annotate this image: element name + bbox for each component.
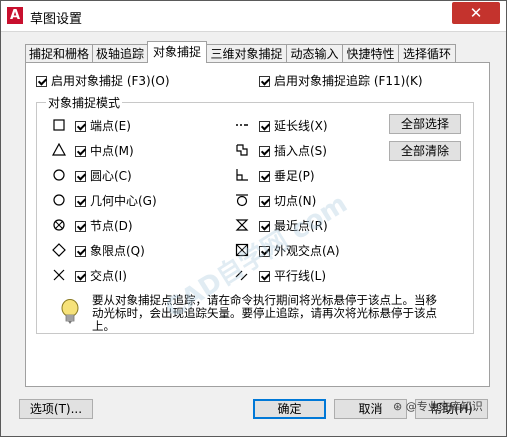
mode-midpoint[interactable]: 中点(M) bbox=[75, 143, 134, 159]
tangent-checkbox[interactable] bbox=[259, 196, 270, 207]
mode-node[interactable]: 节点(D) bbox=[75, 218, 133, 234]
center-label: 圆心(C) bbox=[90, 169, 132, 183]
parallel-checkbox[interactable] bbox=[259, 271, 270, 282]
tangent-label: 切点(N) bbox=[274, 194, 317, 208]
apparent-intersection-checkbox[interactable] bbox=[259, 246, 270, 257]
mode-intersection[interactable]: 交点(I) bbox=[75, 268, 127, 284]
mode-center[interactable]: 圆心(C) bbox=[75, 168, 132, 184]
extension-checkbox[interactable] bbox=[259, 121, 270, 132]
nearest-label: 最近点(R) bbox=[274, 219, 328, 233]
otrack-checkbox[interactable] bbox=[259, 76, 270, 87]
tracking-hint-text: 要从对象捕捉点追踪，请在命令执行期间将光标悬停于该点上。当移动光标时，会出现追踪… bbox=[92, 293, 437, 333]
tab-snap-grid[interactable]: 捕捉和栅格 bbox=[25, 44, 93, 62]
extension-icon bbox=[235, 118, 249, 132]
mode-quadrant[interactable]: 象限点(Q) bbox=[75, 243, 145, 259]
parallel-icon bbox=[235, 268, 249, 282]
geometric-center-checkbox[interactable] bbox=[75, 196, 86, 207]
tab-selection-cycling[interactable]: 选择循环 bbox=[398, 44, 456, 62]
insertion-icon bbox=[235, 143, 249, 157]
drafting-settings-dialog: A 草图设置 ✕ 捕捉和栅格 极轴追踪 对象捕捉 三维对象捕捉 动态输入 快捷特… bbox=[0, 0, 507, 437]
midpoint-checkbox[interactable] bbox=[75, 146, 86, 157]
mode-tangent[interactable]: 切点(N) bbox=[259, 193, 316, 209]
parallel-label: 平行线(L) bbox=[274, 269, 327, 283]
extension-label: 延长线(X) bbox=[274, 119, 328, 133]
title-bar: A 草图设置 ✕ bbox=[1, 1, 506, 32]
endpoint-label: 端点(E) bbox=[90, 119, 131, 133]
tab-dynamic-input[interactable]: 动态输入 bbox=[286, 44, 343, 62]
lightbulb-icon bbox=[59, 298, 81, 326]
apparent-intersection-icon bbox=[235, 243, 249, 257]
insertion-checkbox[interactable] bbox=[259, 146, 270, 157]
geometric-center-label: 几何中心(G) bbox=[90, 194, 157, 208]
otrack-toggle[interactable]: 启用对象捕捉追踪 (F11)(K) bbox=[259, 73, 423, 89]
quadrant-icon bbox=[52, 243, 66, 257]
perpendicular-icon bbox=[235, 168, 249, 182]
options-button[interactable]: 选项(T)... bbox=[19, 399, 93, 419]
node-icon bbox=[52, 218, 66, 232]
perpendicular-checkbox[interactable] bbox=[259, 171, 270, 182]
mode-extension[interactable]: 延长线(X) bbox=[259, 118, 328, 134]
nearest-icon bbox=[235, 218, 249, 232]
center-checkbox[interactable] bbox=[75, 171, 86, 182]
insertion-label: 插入点(S) bbox=[274, 144, 327, 158]
tab-quick-properties[interactable]: 快捷特性 bbox=[342, 44, 399, 62]
node-label: 节点(D) bbox=[90, 219, 133, 233]
autocad-logo-icon: A bbox=[7, 7, 23, 24]
center-icon bbox=[52, 168, 66, 182]
mode-perpendicular[interactable]: 垂足(P) bbox=[259, 168, 315, 184]
mode-geometric-center[interactable]: 几何中心(G) bbox=[75, 193, 157, 209]
mode-nearest[interactable]: 最近点(R) bbox=[259, 218, 328, 234]
mode-endpoint[interactable]: 端点(E) bbox=[75, 118, 131, 134]
mode-parallel[interactable]: 平行线(L) bbox=[259, 268, 326, 284]
osnap-modes-title: 对象捕捉模式 bbox=[46, 94, 123, 111]
otrack-label: 启用对象捕捉追踪 (F11)(K) bbox=[274, 74, 423, 88]
mode-apparent-intersection[interactable]: 外观交点(A) bbox=[259, 243, 340, 259]
ok-button[interactable]: 确定 bbox=[253, 399, 326, 419]
tangent-icon bbox=[235, 193, 249, 207]
node-checkbox[interactable] bbox=[75, 221, 86, 232]
perpendicular-label: 垂足(P) bbox=[274, 169, 315, 183]
midpoint-label: 中点(M) bbox=[90, 144, 134, 158]
tab-3d-object-snap[interactable]: 三维对象捕捉 bbox=[206, 44, 287, 62]
intersection-label: 交点(I) bbox=[90, 269, 127, 283]
geometric-center-icon bbox=[52, 193, 66, 207]
intersection-checkbox[interactable] bbox=[75, 271, 86, 282]
tab-polar-tracking[interactable]: 极轴追踪 bbox=[92, 44, 148, 62]
close-button[interactable]: ✕ bbox=[452, 2, 500, 24]
intersection-icon bbox=[52, 268, 66, 282]
osnap-checkbox[interactable] bbox=[36, 76, 47, 87]
midpoint-icon bbox=[51, 142, 67, 157]
quadrant-checkbox[interactable] bbox=[75, 246, 86, 257]
source-credit: ⊛ @专业文库知识 bbox=[393, 400, 483, 413]
dialog-title: 草图设置 bbox=[30, 12, 83, 27]
nearest-checkbox[interactable] bbox=[259, 221, 270, 232]
endpoint-checkbox[interactable] bbox=[75, 121, 86, 132]
osnap-label: 启用对象捕捉 (F3)(O) bbox=[51, 74, 170, 88]
mode-insertion[interactable]: 插入点(S) bbox=[259, 143, 327, 159]
select-all-button[interactable]: 全部选择 bbox=[389, 114, 461, 134]
clear-all-button[interactable]: 全部清除 bbox=[389, 141, 461, 161]
quadrant-label: 象限点(Q) bbox=[90, 244, 145, 258]
tab-object-snap[interactable]: 对象捕捉 bbox=[147, 41, 207, 63]
osnap-toggle[interactable]: 启用对象捕捉 (F3)(O) bbox=[36, 73, 170, 89]
apparent-intersection-label: 外观交点(A) bbox=[274, 244, 340, 258]
endpoint-icon bbox=[52, 118, 66, 132]
